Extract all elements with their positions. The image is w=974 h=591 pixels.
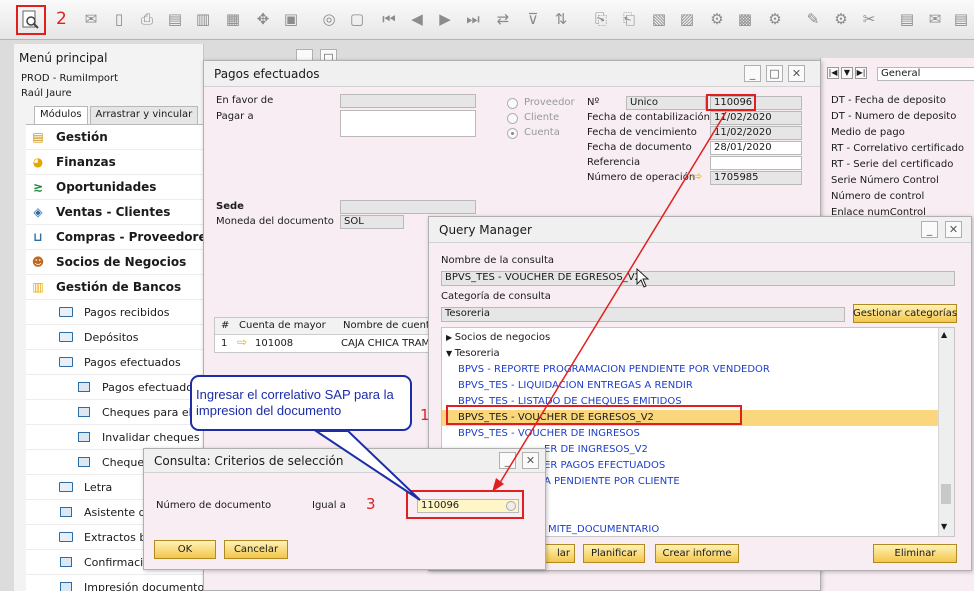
red-arrow-line [497, 111, 727, 487]
mouse-cursor-icon [636, 268, 650, 288]
annotation-arrows [312, 111, 727, 501]
instruction-callout: Ingresar el correlativo SAP para la impr… [190, 375, 412, 431]
callout-pointer [312, 430, 421, 501]
